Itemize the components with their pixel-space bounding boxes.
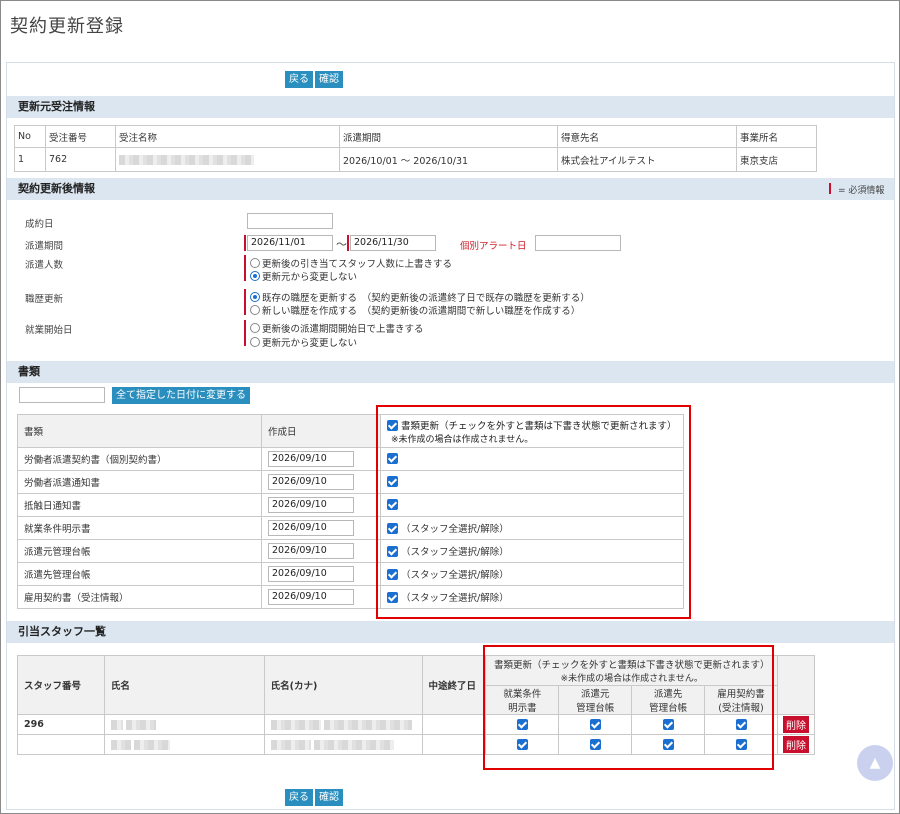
back-button-top[interactable]: 戻る <box>285 71 313 88</box>
col-period: 派遣期間 <box>339 125 558 148</box>
name-cell <box>103 734 265 755</box>
contract-date-input[interactable] <box>247 213 333 229</box>
doc-name: 雇用契約書（受注情報） <box>17 585 262 609</box>
doc-name: 労働者派遣契約書（個別契約書） <box>17 447 262 471</box>
doc-name: 派遣元管理台帳 <box>17 539 262 563</box>
kana-header: 氏名(カナ) <box>263 655 423 715</box>
doc-name: 労働者派遣通知書 <box>17 470 262 494</box>
alert-date-label: 個別アラート日 <box>460 241 527 252</box>
headcount-label: 派遣人数 <box>25 260 64 271</box>
redacted-text <box>323 719 412 730</box>
required-marker <box>244 235 246 251</box>
section-source-order: 更新元受注情報 <box>7 96 894 118</box>
confirm-button-top[interactable]: 確認 <box>315 71 343 88</box>
radio-icon <box>250 323 260 333</box>
page-title: 契約更新登録 <box>10 16 124 37</box>
col-office: 事業所名 <box>736 125 817 148</box>
doc-date-input[interactable]: 2026/09/10 <box>268 520 354 536</box>
action-header <box>776 655 816 715</box>
redacted-text <box>110 739 131 750</box>
doc-header: 書類 <box>17 414 262 448</box>
doc-date-input[interactable]: 2026/09/10 <box>268 589 354 605</box>
history-label: 職歴更新 <box>25 294 64 305</box>
radio-icon <box>250 337 260 347</box>
required-marker <box>244 289 246 315</box>
apply-all-dates-button[interactable]: 全て指定した日付に変更する <box>112 387 250 404</box>
name-header: 氏名 <box>103 655 265 715</box>
kana-cell <box>263 734 423 755</box>
staff-no-header: スタッフ番号 <box>17 655 105 715</box>
redacted-text <box>270 739 311 750</box>
headcount-option-keep[interactable]: 更新元から変更しない <box>250 269 357 283</box>
period-start-input[interactable]: 2026/11/01 <box>247 235 333 251</box>
col-order-name: 受注名称 <box>115 125 340 148</box>
doc-date-input[interactable]: 2026/09/10 <box>268 497 354 513</box>
redacted-text <box>125 719 156 730</box>
period-tilde: 〜 <box>336 238 347 251</box>
doc-name: 抵触日通知書 <box>17 493 262 517</box>
radio-icon <box>250 258 260 268</box>
section-after-update: 契約更新後情報 <box>7 178 894 200</box>
doc-date-input[interactable]: 2026/09/10 <box>268 474 354 490</box>
highlight-box <box>483 645 774 770</box>
start-date-label: 就業開始日 <box>25 325 73 336</box>
col-no: No <box>14 125 46 148</box>
period-label: 派遣期間 <box>25 241 64 252</box>
mid-end-cell <box>421 734 487 755</box>
redacted-text <box>270 719 321 730</box>
history-option-update[interactable]: 既存の職歴を更新する （契約更新後の派遣終了日で既存の職歴を更新する） <box>250 290 590 304</box>
cell-customer: 株式会社アイルテスト <box>557 147 737 172</box>
start-option-overwrite[interactable]: 更新後の派遣期間開始日で上書きする <box>250 321 424 335</box>
section-documents: 書類 <box>7 361 894 383</box>
radio-icon <box>250 305 260 315</box>
required-legend: = 必須情報 <box>838 186 885 196</box>
alert-date-input[interactable] <box>535 235 621 251</box>
cell-order-no: 762 <box>45 147 116 172</box>
staff-no-cell: 296 <box>17 714 105 735</box>
name-cell <box>103 714 265 735</box>
kana-cell <box>263 714 423 735</box>
col-customer: 得意先名 <box>557 125 737 148</box>
doc-date-input[interactable]: 2026/09/10 <box>268 566 354 582</box>
history-option-new[interactable]: 新しい職歴を作成する （契約更新後の派遣期間で新しい職歴を作成する） <box>250 303 580 317</box>
delete-button[interactable]: 削除 <box>782 716 809 733</box>
mid-end-cell <box>421 714 487 735</box>
section-staff: 引当スタッフ一覧 <box>7 621 894 643</box>
cell-period: 2026/10/01 〜 2026/10/31 <box>339 147 558 172</box>
contract-date-label: 成約日 <box>25 219 54 230</box>
start-option-keep[interactable]: 更新元から変更しない <box>250 335 357 349</box>
doc-date-input[interactable]: 2026/09/10 <box>268 543 354 559</box>
radio-checked-icon <box>250 271 260 281</box>
headcount-option-overwrite[interactable]: 更新後の引き当てスタッフ人数に上書きする <box>250 256 452 270</box>
confirm-button-bottom[interactable]: 確認 <box>315 789 343 806</box>
scroll-to-top-icon[interactable]: ▲ <box>857 745 893 781</box>
period-end-input[interactable]: 2026/11/30 <box>350 235 436 251</box>
required-marker <box>244 255 246 281</box>
date-header: 作成日 <box>261 414 381 448</box>
doc-date-input[interactable]: 2026/09/10 <box>268 451 354 467</box>
bulk-date-input[interactable] <box>19 387 105 403</box>
source-order-table: No 受注番号 受注名称 派遣期間 得意先名 事業所名 1 762 2026/1… <box>14 125 817 172</box>
col-order-no: 受注番号 <box>45 125 116 148</box>
mid-end-header: 中途終了日 <box>421 655 487 715</box>
cell-no: 1 <box>14 147 46 172</box>
radio-checked-icon <box>250 292 260 302</box>
redacted-text <box>119 154 254 165</box>
doc-name: 就業条件明示書 <box>17 516 262 540</box>
delete-button[interactable]: 削除 <box>782 736 809 753</box>
required-marker <box>347 235 349 251</box>
back-button-bottom[interactable]: 戻る <box>285 789 313 806</box>
doc-name: 派遣先管理台帳 <box>17 562 262 586</box>
required-marker-legend <box>829 183 831 194</box>
redacted-text <box>313 739 394 750</box>
redacted-text <box>110 719 123 730</box>
redacted-text <box>133 739 170 750</box>
staff-no-cell <box>17 734 105 755</box>
cell-office: 東京支店 <box>736 147 817 172</box>
highlight-box <box>376 405 691 619</box>
cell-order-name <box>115 147 340 172</box>
required-marker <box>244 320 246 346</box>
